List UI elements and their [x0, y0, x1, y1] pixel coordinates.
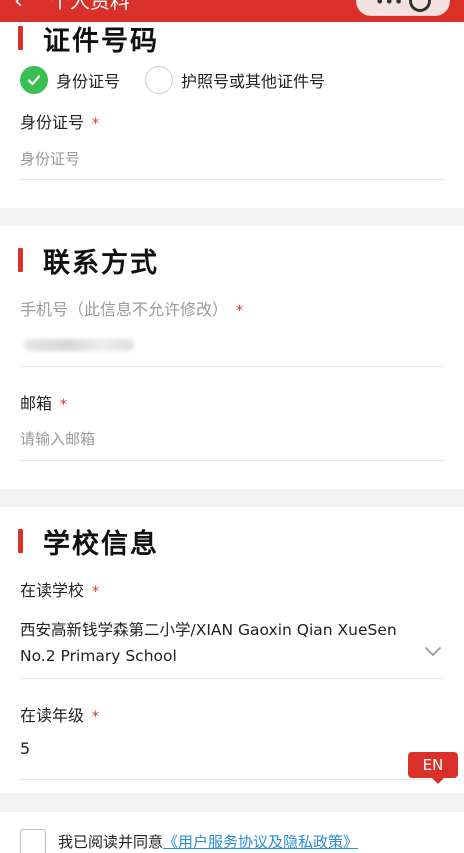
email-input[interactable]: 请输入邮箱 — [20, 428, 95, 449]
divider — [20, 460, 444, 461]
target-icon[interactable] — [409, 0, 431, 12]
chevron-down-icon[interactable] — [424, 646, 442, 658]
email-field-label: 邮箱 * — [20, 394, 68, 413]
id-card: 证件号码 身份证号 护照号或其他证件号 身份证号 * 身份证号 — [0, 22, 464, 208]
radio-id-card[interactable]: 身份证号 — [20, 66, 120, 94]
agreement-row: 我已阅读并同意《用户服务协议及隐私政策》 — [0, 812, 464, 853]
divider — [20, 366, 444, 367]
section-accent-bar — [18, 529, 23, 553]
contact-card: 联系方式 手机号（此信息不允许修改） * 邮箱 * 请输入邮箱 — [0, 226, 464, 489]
agreement-text: 我已阅读并同意《用户服务协议及隐私政策》 — [58, 833, 359, 851]
grade-select[interactable]: 5 — [20, 739, 30, 758]
section-header-id: 证件号码 — [18, 22, 159, 57]
section-title: 联系方式 — [43, 247, 159, 279]
more-icon[interactable]: ••• — [375, 0, 403, 10]
language-toggle-button[interactable]: EN — [408, 752, 458, 784]
page-title: 个人资料 — [50, 0, 130, 13]
phone-field-label: 手机号（此信息不允许修改） * — [20, 300, 244, 319]
chevron-left-icon[interactable]: ‹ — [14, 0, 23, 14]
section-accent-bar — [18, 26, 23, 50]
section-header-contact: 联系方式 — [18, 244, 159, 279]
mini-program-capsule: ••• — [356, 0, 450, 16]
divider — [20, 779, 444, 780]
radio-label: 身份证号 — [56, 72, 121, 91]
school-select[interactable]: 西安高新钱学森第二小学/XIAN Gaoxin Qian XueSen No.2… — [20, 617, 420, 669]
check-circle-icon — [20, 66, 48, 94]
phone-value-redacted — [24, 339, 134, 351]
section-title: 学校信息 — [43, 528, 159, 560]
id-field-label: 身份证号 * — [20, 113, 100, 132]
section-header-school: 学校信息 — [18, 525, 159, 560]
radio-circle-icon — [145, 66, 173, 94]
section-accent-bar — [18, 248, 23, 272]
section-title: 证件号码 — [43, 25, 159, 57]
grade-field-label: 在读年级 * — [20, 706, 100, 725]
radio-label: 护照号或其他证件号 — [181, 72, 326, 91]
agreement-link[interactable]: 《用户服务协议及隐私政策》 — [163, 833, 358, 851]
id-number-input[interactable]: 身份证号 — [20, 148, 80, 169]
divider — [20, 678, 444, 679]
radio-passport[interactable]: 护照号或其他证件号 — [145, 66, 325, 94]
agreement-checkbox[interactable] — [20, 829, 46, 853]
divider — [20, 179, 444, 180]
school-field-label: 在读学校 * — [20, 581, 100, 600]
